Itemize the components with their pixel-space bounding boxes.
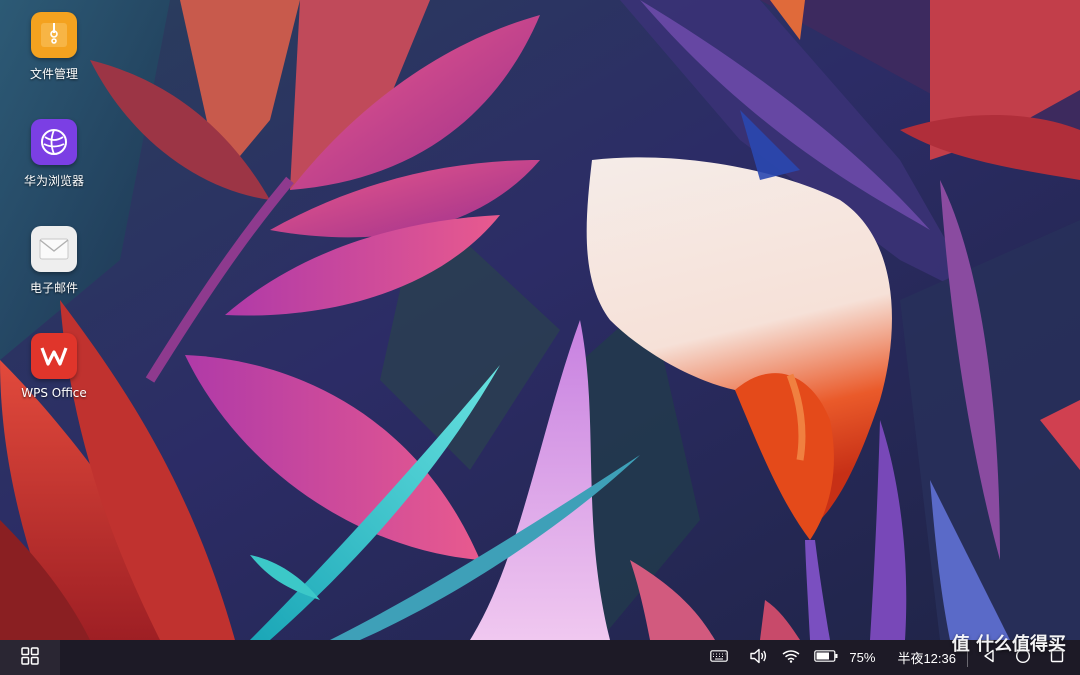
keyboard-icon — [710, 649, 729, 666]
wifi-button[interactable] — [775, 640, 807, 675]
folder-icon — [31, 12, 77, 58]
envelope-icon — [31, 226, 77, 272]
desktop-icon-file-manager[interactable]: 文件管理 — [14, 12, 94, 82]
start-button[interactable] — [0, 640, 60, 675]
desktop-icon-email[interactable]: 电子邮件 — [14, 226, 94, 296]
battery-percent: 75% — [849, 650, 876, 665]
back-icon — [982, 649, 996, 667]
wps-icon — [31, 333, 77, 379]
desktop-icon-label: 电子邮件 — [29, 281, 78, 295]
clock[interactable]: 半夜12:36 — [890, 640, 963, 675]
system-tray: 75% 半夜12:36 — [703, 640, 1080, 675]
desktop-icon-wps-office[interactable]: WPS Office — [14, 333, 94, 400]
desktop-icon-label: 华为浏览器 — [23, 174, 84, 188]
keyboard-button[interactable] — [703, 640, 735, 675]
volume-icon — [750, 648, 768, 668]
desktop-icon-label: 文件管理 — [29, 67, 78, 81]
browser-globe-icon — [31, 119, 77, 165]
recents-button[interactable] — [1040, 640, 1074, 675]
back-button[interactable] — [972, 640, 1006, 675]
recents-icon — [1050, 649, 1064, 667]
home-icon — [1015, 648, 1031, 668]
desktop-screen: 文件管理 华为浏览器 电子邮件 WPS Office 75% 半夜12:36 值… — [0, 0, 1080, 675]
taskbar: 75% 半夜12:36 — [0, 640, 1080, 675]
battery-indicator[interactable] — [807, 640, 842, 675]
battery-icon — [814, 649, 838, 666]
wifi-icon — [782, 649, 800, 667]
app-grid-icon — [21, 646, 39, 669]
wallpaper — [0, 0, 1080, 640]
desktop-icon-label: WPS Office — [21, 386, 87, 400]
home-button[interactable] — [1006, 640, 1040, 675]
desktop-icon-huawei-browser[interactable]: 华为浏览器 — [14, 119, 94, 189]
tray-separator — [967, 648, 968, 667]
volume-button[interactable] — [743, 640, 775, 675]
